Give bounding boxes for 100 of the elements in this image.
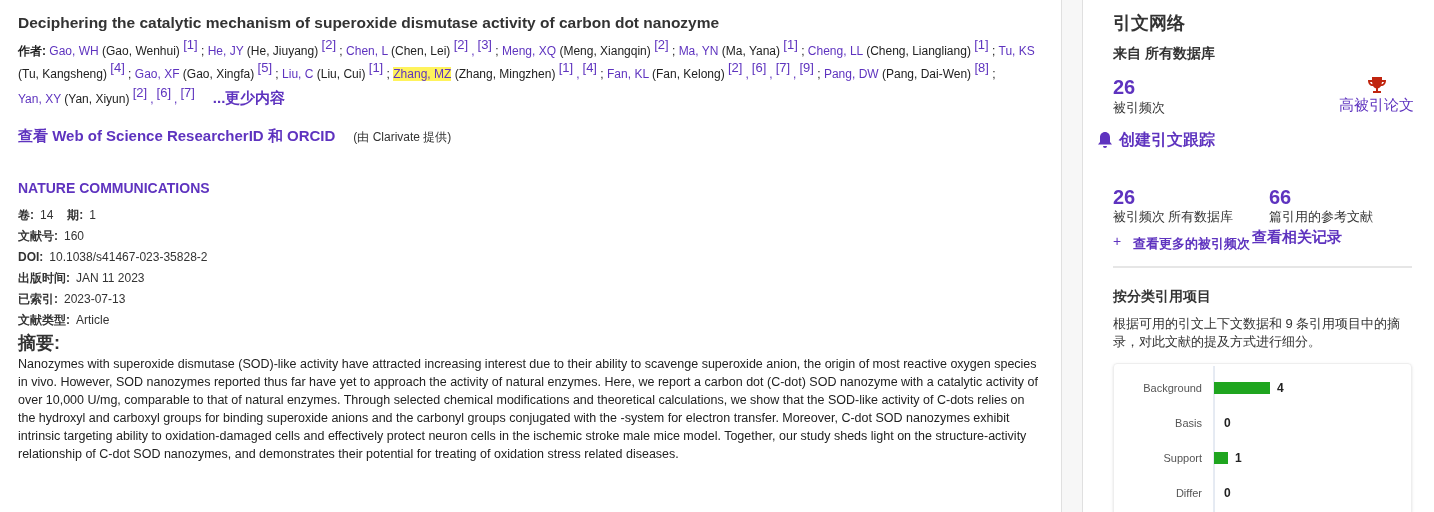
- highly-cited-link[interactable]: 高被引论文: [1339, 94, 1414, 117]
- author-full-name: (He, Jiuyang): [246, 44, 319, 58]
- separator: ,: [174, 92, 178, 106]
- author-full-name: (Chen, Lei): [391, 44, 451, 58]
- stat-label: 篇引用的参考文献: [1269, 208, 1374, 226]
- stat-value[interactable]: 26: [1113, 185, 1249, 208]
- separator: ;: [801, 44, 805, 58]
- affiliation-link[interactable]: [6]: [156, 84, 172, 100]
- affiliation-link[interactable]: [8]: [974, 59, 989, 75]
- affiliation-link[interactable]: [2]: [728, 59, 743, 75]
- author-link[interactable]: Gao, XF: [134, 67, 180, 81]
- section-description: 根据可用的引文上下文数据和 9 条引用项目中的摘录，对此文献的提及方式进行细分。: [1113, 314, 1402, 351]
- trophy-icon: [1366, 76, 1387, 94]
- show-less-link[interactable]: ...更少内容: [212, 89, 286, 106]
- author-full-name: (Meng, Xiangqin): [559, 44, 651, 58]
- author-full-name: (Pang, Dai-Wen): [881, 67, 972, 81]
- author-link[interactable]: Fan, KL: [607, 67, 649, 81]
- author-full-name: (Ma, Yana): [721, 44, 780, 58]
- field-value: 1: [89, 206, 97, 224]
- category-label: Support: [1163, 451, 1202, 464]
- stat-value[interactable]: 66: [1269, 185, 1405, 208]
- affiliation-link[interactable]: [2]: [321, 36, 336, 52]
- separator: ;: [671, 44, 676, 58]
- affiliation-link[interactable]: [9]: [799, 59, 814, 75]
- author-full-name: (Yan, Xiyun): [64, 92, 130, 106]
- value-label: 0: [1224, 415, 1231, 430]
- affiliation-link[interactable]: [7]: [775, 59, 791, 75]
- panel-title: 引文网络: [1113, 12, 1186, 35]
- separator: ;: [817, 67, 821, 81]
- author-full-name: (Tu, Kangsheng): [18, 67, 107, 81]
- bell-icon: [1097, 130, 1113, 149]
- citation-alert-link[interactable]: 创建引文跟踪: [1119, 127, 1215, 152]
- affiliation-link[interactable]: [1]: [783, 36, 798, 52]
- abstract-text: Nanozymes with superoxide dismutase (SOD)-like activity have attracted increasing interest due to their ability to scavenge superoxide anion, the origin of most reactive oxygen species in vivo. However, SOD nanozymes reported thus far have yet to approach the activity of natural enzymes. Here, we report a carbon dot (C-dot) SOD nanozyme with a catalytic activity of over 10,000 U/mg, comparable to that of natural enzymes. Through selected chemical modifications and theoretical calculations, we show that the SOD-like activity of C-dots relies on the hydroxyl and carboxyl groups for binding superoxide anions and the carbonyl groups conjugated with the -system for electron transfer. Moreover, C-dot SOD nanozymes exhibit intrinsic targeting ability to oxidation-damaged cells and effectively protect neuron cells in the ischemic stroke male mice model. Together, our study sheds light on the structure-activity relationship of C-dot SOD nanozymes, and demonstrates their potential for treating of oxidation stress related diseases.: [18, 355, 1039, 463]
- affiliation-link[interactable]: [6]: [751, 59, 767, 75]
- author-link[interactable]: Zhang, MZ: [393, 67, 452, 81]
- affiliation-link[interactable]: [1]: [368, 59, 384, 75]
- affiliation-link[interactable]: [4]: [110, 59, 125, 75]
- category-label: Differ: [1175, 486, 1202, 499]
- affiliation-link[interactable]: [1]: [183, 36, 198, 52]
- separator: ,: [576, 67, 580, 81]
- bar: [1214, 381, 1270, 394]
- author-link[interactable]: Tu, KS: [998, 44, 1035, 58]
- affiliation-link[interactable]: [4]: [582, 59, 597, 75]
- abstract-heading: 摘要:: [18, 331, 61, 354]
- affiliation-link[interactable]: [2]: [453, 36, 469, 52]
- researcher-id-link[interactable]: 查看 Web of Science ResearcherID 和 ORCID: [18, 125, 336, 148]
- separator: ,: [745, 67, 749, 81]
- separator: ,: [150, 92, 154, 106]
- separator: ;: [386, 67, 390, 81]
- value-label: 1: [1235, 450, 1242, 465]
- citation-label: 被引频次: [1113, 99, 1165, 117]
- author-link[interactable]: Meng, XQ: [502, 44, 557, 58]
- field-label: 文献类型:: [18, 311, 70, 329]
- author-link[interactable]: Chen, L: [346, 44, 388, 58]
- affiliation-link[interactable]: [3]: [477, 36, 492, 52]
- author-link[interactable]: Ma, YN: [678, 44, 719, 58]
- author-link[interactable]: Liu, C: [282, 67, 314, 81]
- separator: ,: [769, 67, 773, 81]
- author-full-name: (Gao, Xingfa): [182, 67, 255, 81]
- affiliation-link[interactable]: [1]: [974, 36, 989, 52]
- citation-count[interactable]: 26: [1113, 76, 1165, 98]
- field-label: 卷:: [18, 206, 34, 224]
- affiliation-link[interactable]: [5]: [257, 59, 272, 75]
- affiliation-link[interactable]: [2]: [132, 84, 148, 100]
- separator: ;: [128, 67, 132, 81]
- bar: [1214, 451, 1228, 464]
- separator: ;: [992, 44, 996, 58]
- field-label: 出版时间:: [18, 269, 70, 287]
- separator: ,: [471, 44, 475, 58]
- field-label: 已索引:: [18, 290, 58, 308]
- category-label: Basis: [1175, 416, 1202, 429]
- article-title: Deciphering the catalytic mechanism of superoxide dismutase activity of carbon dot nanozyme: [18, 13, 721, 33]
- more-citations-link[interactable]: 查看更多的被引频次: [1133, 234, 1251, 254]
- related-records-link[interactable]: 查看相关记录: [1252, 225, 1343, 249]
- field-label: 期:: [67, 206, 84, 224]
- author-full-name: (Zhang, Mingzhen): [454, 67, 556, 81]
- author-full-name: (Gao, Wenhui): [102, 44, 180, 58]
- affiliation-link[interactable]: [7]: [180, 84, 195, 100]
- field-label: DOI:: [18, 248, 44, 266]
- affiliation-link[interactable]: [1]: [558, 59, 574, 75]
- field-value: 10.1038/s41467-023-35828-2: [49, 248, 208, 266]
- author-full-name: (Fan, Kelong): [651, 67, 725, 81]
- separator: ,: [793, 67, 797, 81]
- separator: ;: [275, 67, 279, 81]
- section-title: 按分类引用项目: [1113, 286, 1212, 306]
- separator: ;: [992, 67, 996, 81]
- provider-note: (由 Clarivate 提供): [353, 129, 452, 146]
- author-link[interactable]: Gao, WH: [49, 44, 99, 58]
- field-value: JAN 11 2023: [76, 269, 145, 287]
- field-value: 160: [64, 227, 85, 245]
- author-link[interactable]: Pang, DW: [823, 67, 879, 81]
- affiliation-link[interactable]: [2]: [654, 36, 669, 52]
- author-link[interactable]: Yan, XY: [18, 92, 61, 106]
- separator: ;: [201, 44, 205, 58]
- journal-link[interactable]: NATURE COMMUNICATIONS: [18, 177, 1041, 199]
- stat-label: 被引频次 所有数据库: [1113, 208, 1235, 226]
- value-label: 0: [1224, 485, 1231, 500]
- author-link[interactable]: He, JY: [207, 44, 244, 58]
- author-link[interactable]: Cheng, LL: [807, 44, 863, 58]
